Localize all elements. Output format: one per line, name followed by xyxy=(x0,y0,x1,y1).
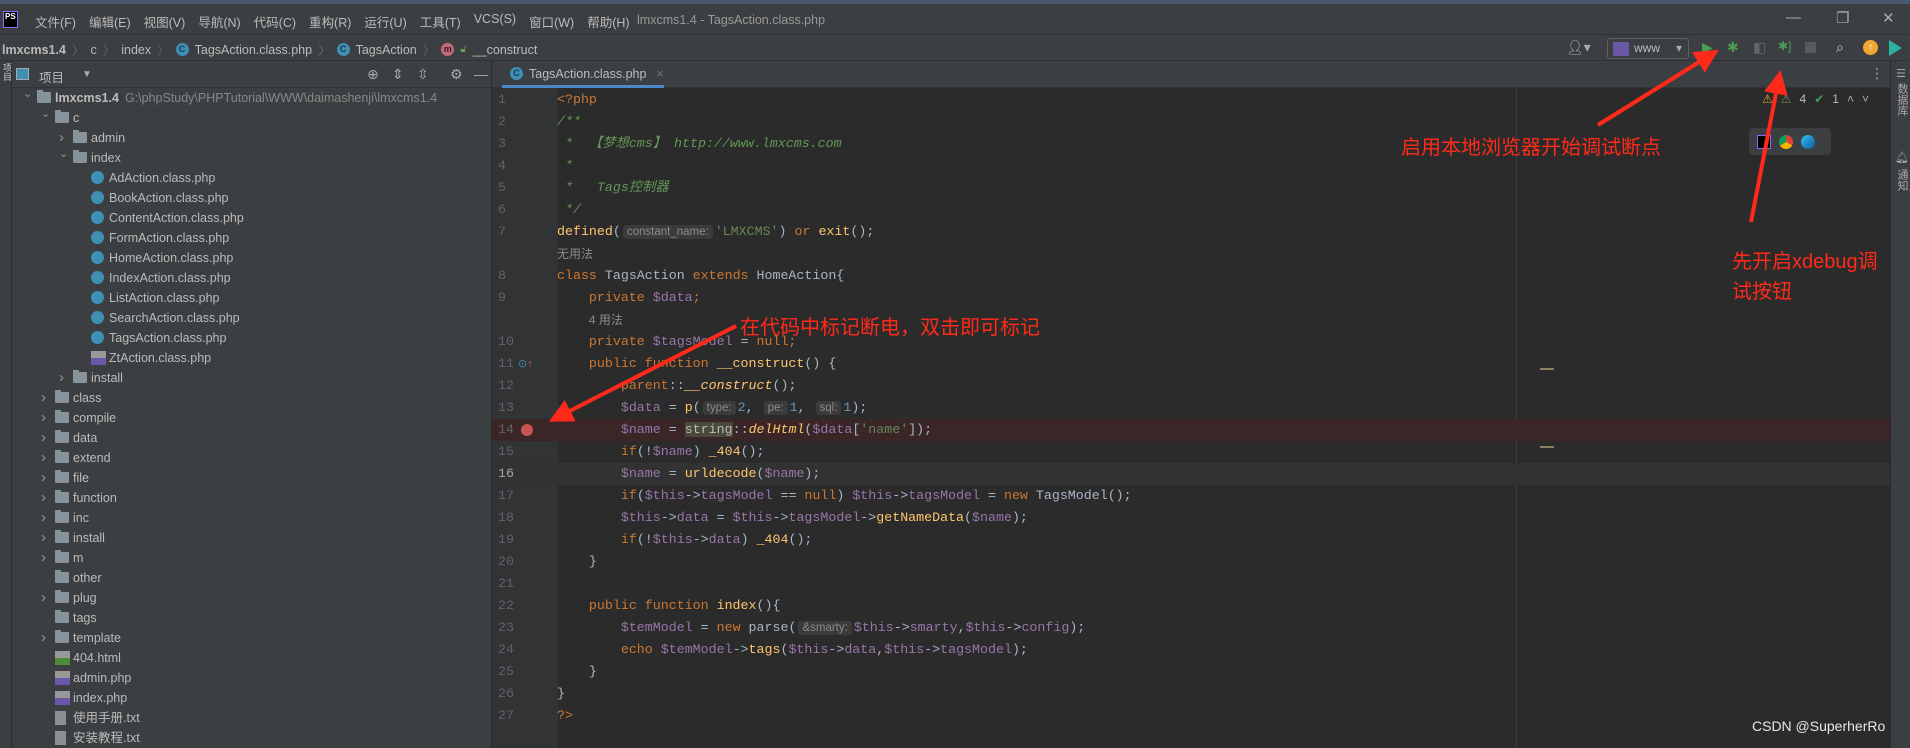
annotation-xdebug-line1: 先开启xdebug调 xyxy=(1732,251,1878,273)
arrow-to-breakpoint xyxy=(548,324,737,422)
watermark: CSDN @SuperherRo xyxy=(1752,718,1886,734)
arrow-to-listen-button xyxy=(1749,70,1788,223)
annotation-xdebug-line2: 试按钮 xyxy=(1732,281,1792,303)
annotation-breakpoint-hint: 在代码中标记断电，双击即可标记 xyxy=(740,317,1040,339)
annotation-browser-debug: 启用本地浏览器开始调试断点 xyxy=(1401,137,1661,159)
arrow-to-run-button xyxy=(1596,49,1719,127)
annotation-arrows xyxy=(548,49,1788,422)
